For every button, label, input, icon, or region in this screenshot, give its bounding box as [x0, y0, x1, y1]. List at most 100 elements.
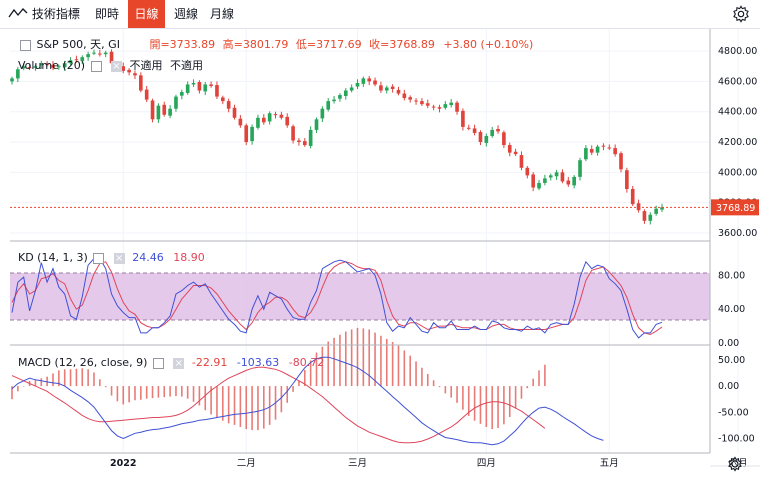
macd-histogram-bar — [385, 338, 388, 387]
last-price-label: 3768.89 — [716, 203, 755, 214]
candle-body — [584, 148, 588, 160]
macd-legend: MACD (12, 26, close, 9) × -22.91 -103.63… — [18, 356, 324, 370]
macd-histogram-bar — [380, 335, 382, 387]
high-label: 高 — [222, 38, 234, 51]
indicators-label: 技術指標 — [31, 7, 80, 21]
candle-body — [220, 97, 225, 102]
candle-body — [92, 52, 96, 54]
kd-legend: KD (14, 1, 3) × 24.46 18.90 — [18, 251, 205, 265]
macd-histogram-bar — [444, 386, 447, 394]
price-tick-label: 4800.00 — [718, 46, 757, 57]
candle-body — [162, 104, 167, 115]
settings-gear-icon[interactable] — [732, 5, 750, 23]
candle-body — [531, 174, 535, 188]
macd-histogram-bar — [362, 328, 365, 387]
macd-histogram-bar — [456, 386, 458, 403]
candle-body — [86, 54, 90, 58]
macd-settings-icon[interactable] — [152, 357, 164, 369]
indicators-icon — [8, 8, 28, 18]
candle-body — [308, 129, 313, 146]
kd-tick-label: 0.00 — [718, 338, 739, 349]
volume-na-1: 不適用 — [129, 59, 163, 72]
indicators-button[interactable]: 技術指標 — [8, 0, 80, 28]
macd-histogram-bar — [263, 386, 265, 429]
macd-histogram-bar — [432, 380, 435, 387]
macd-histogram-bar — [239, 386, 242, 427]
candle-body — [437, 107, 442, 109]
macd-histogram-bar — [122, 386, 125, 405]
macd-histogram-bar — [204, 386, 207, 411]
price-tick-label: 3600.00 — [718, 228, 757, 239]
candle-body — [572, 176, 576, 186]
macd-histogram-bar — [134, 386, 136, 401]
macd-tick-label: -100.00 — [718, 434, 755, 445]
candle-body — [379, 85, 383, 91]
kd-close-icon[interactable]: × — [113, 252, 125, 264]
high-value: =3801.79 — [233, 38, 289, 51]
candle-body — [215, 85, 219, 97]
macd-histogram-bar — [450, 386, 452, 398]
candle-body — [144, 89, 149, 100]
macd-histogram-bar — [514, 386, 517, 409]
candle-body — [566, 180, 571, 185]
macd-histogram-bar — [110, 386, 113, 396]
macd-close-icon[interactable]: × — [173, 357, 185, 369]
candle-body — [449, 102, 454, 106]
tab-weekly[interactable]: 週線 — [174, 0, 200, 28]
macd-histogram-bar — [69, 369, 72, 387]
kd-label: KD (14, 1, 3) — [18, 251, 88, 264]
macd-histogram-bar — [280, 386, 283, 413]
macd-histogram-bar — [175, 386, 177, 397]
candle-body — [367, 78, 372, 82]
candle-body — [326, 101, 331, 110]
candle-body — [654, 208, 658, 214]
kd-settings-icon[interactable] — [93, 252, 105, 264]
macd-tick-label: 50.00 — [718, 355, 745, 366]
candle-body — [297, 140, 301, 143]
macd-histogram-bar — [75, 368, 78, 387]
volume-na-2: 不適用 — [170, 59, 203, 72]
macd-histogram-bar — [344, 331, 347, 387]
macd-histogram-bar — [403, 350, 406, 387]
candle-body — [203, 84, 208, 92]
macd-histogram-bar — [415, 361, 417, 387]
macd-histogram-bar — [327, 341, 330, 387]
candle-body — [332, 99, 336, 102]
candle-body — [554, 172, 559, 177]
candle-body — [490, 129, 494, 136]
tab-realtime[interactable]: 即時 — [95, 0, 121, 28]
candle-body — [625, 170, 629, 189]
volume-close-icon[interactable]: × — [111, 60, 122, 72]
candle-body — [279, 114, 284, 118]
tab-monthly[interactable]: 月線 — [210, 0, 236, 28]
candle-body — [648, 214, 653, 221]
candle-body — [355, 82, 360, 87]
candle-body — [630, 189, 635, 205]
macd-histogram-bar — [34, 379, 37, 387]
candle-body — [302, 141, 307, 146]
macd-histogram-bar — [17, 386, 19, 392]
kd-band — [10, 273, 710, 320]
candle-body — [466, 127, 471, 129]
candle-body — [343, 90, 348, 96]
tab-daily[interactable]: 日線 — [128, 0, 165, 28]
candle-body — [425, 103, 430, 106]
macd-histogram-bar — [181, 386, 183, 397]
candle-body — [197, 82, 202, 91]
time-tick-label: 三月 — [348, 458, 367, 469]
volume-label: Volume (20) — [18, 59, 85, 72]
candle-body — [150, 100, 155, 120]
close-label: 收 — [369, 38, 381, 51]
collapse-checkbox[interactable] — [20, 39, 31, 51]
time-tick-label: 四月 — [477, 458, 496, 469]
volume-settings-icon[interactable] — [90, 60, 102, 72]
candle-body — [256, 117, 260, 128]
macd-histogram-bar — [63, 369, 66, 387]
candle-body — [98, 53, 102, 55]
open-value: =3733.89 — [160, 38, 216, 51]
candle-body — [408, 97, 413, 100]
macd-histogram-bar — [462, 386, 464, 410]
candle-body — [10, 78, 14, 82]
macd-histogram-bar — [374, 332, 376, 387]
candle-body — [619, 153, 623, 170]
